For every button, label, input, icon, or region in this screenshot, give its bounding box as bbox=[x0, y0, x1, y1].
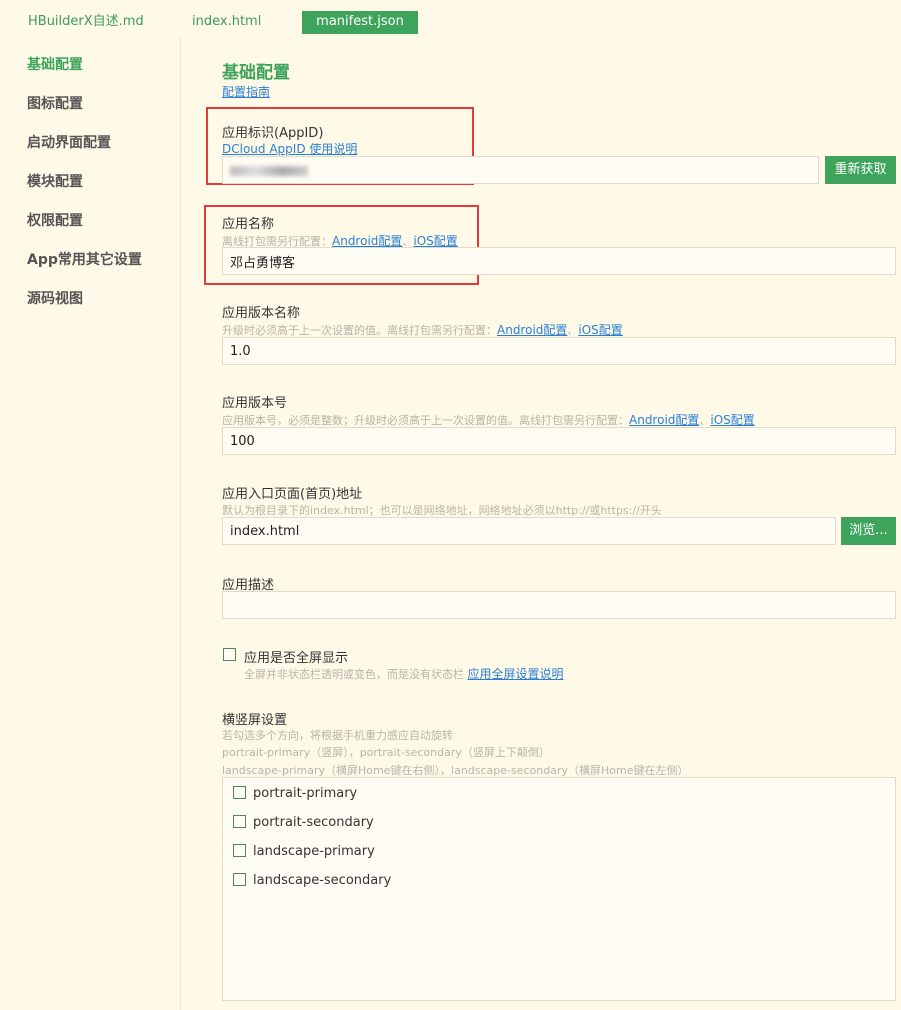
orientation-checkbox[interactable] bbox=[233, 815, 246, 828]
sidebar-item-app-other[interactable]: App常用其它设置 bbox=[27, 249, 142, 269]
page-title: 基础配置 bbox=[222, 63, 290, 83]
main-panel: 基础配置 配置指南 应用标识(AppID) DCloud AppID 使用说明 … bbox=[182, 36, 901, 1010]
orientation-options-box: portrait-primary portrait-secondary land… bbox=[222, 777, 896, 1001]
orientation-checkbox[interactable] bbox=[233, 786, 246, 799]
tab-index-html[interactable]: index.html bbox=[192, 11, 261, 33]
orientation-hint-2: portrait-primary（竖屏），portrait-secondary（… bbox=[222, 746, 550, 759]
tab-manifest-json[interactable]: manifest.json bbox=[302, 11, 418, 34]
orientation-option-portrait-secondary[interactable]: portrait-secondary bbox=[233, 815, 374, 830]
tab-bar: HBuilderX自述.md index.html manifest.json bbox=[0, 0, 901, 36]
version-name-ios-link[interactable]: iOS配置 bbox=[578, 323, 622, 337]
browse-button[interactable]: 浏览... bbox=[841, 517, 896, 545]
version-code-input[interactable] bbox=[222, 427, 896, 455]
appname-input[interactable] bbox=[222, 247, 896, 275]
sidebar-item-icon[interactable]: 图标配置 bbox=[27, 93, 83, 113]
orientation-checkbox[interactable] bbox=[233, 844, 246, 857]
orientation-option-portrait-primary[interactable]: portrait-primary bbox=[233, 786, 357, 801]
fullscreen-label: 应用是否全屏显示 bbox=[244, 651, 349, 666]
sidebar-item-source[interactable]: 源码视图 bbox=[27, 288, 83, 308]
tab-hbuilderx-readme[interactable]: HBuilderX自述.md bbox=[28, 11, 144, 33]
entry-label: 应用入口页面(首页)地址 bbox=[222, 487, 363, 502]
appid-blurred-value bbox=[230, 166, 308, 176]
refetch-appid-button[interactable]: 重新获取 bbox=[825, 156, 896, 184]
appid-label: 应用标识(AppID) bbox=[222, 126, 324, 141]
sidebar: 基础配置 图标配置 启动界面配置 模块配置 权限配置 App常用其它设置 源码视… bbox=[0, 36, 181, 1010]
sidebar-item-splash[interactable]: 启动界面配置 bbox=[27, 132, 111, 152]
entry-input[interactable] bbox=[222, 517, 836, 545]
orientation-label: 横竖屏设置 bbox=[222, 713, 288, 728]
appname-label: 应用名称 bbox=[222, 217, 275, 232]
description-input[interactable] bbox=[222, 591, 896, 619]
orientation-checkbox[interactable] bbox=[233, 873, 246, 886]
version-code-hint: 应用版本号，必须是整数；升级时必须高于上一次设置的值。离线打包需另行配置：And… bbox=[222, 413, 755, 427]
entry-hint: 默认为根目录下的index.html；也可以是网络地址，网络地址必须以http:… bbox=[222, 504, 662, 517]
orientation-option-landscape-secondary[interactable]: landscape-secondary bbox=[233, 873, 391, 888]
sidebar-item-permissions[interactable]: 权限配置 bbox=[27, 210, 83, 230]
appid-input[interactable] bbox=[222, 156, 819, 184]
appname-ios-link[interactable]: iOS配置 bbox=[413, 234, 457, 248]
config-guide-link[interactable]: 配置指南 bbox=[222, 83, 270, 100]
fullscreen-help-link[interactable]: 应用全屏设置说明 bbox=[468, 667, 564, 681]
fullscreen-hint: 全屏并非状态栏透明或变色，而是没有状态栏 应用全屏设置说明 bbox=[244, 667, 564, 681]
version-name-input[interactable] bbox=[222, 337, 896, 365]
fullscreen-checkbox[interactable] bbox=[223, 648, 236, 661]
sidebar-item-basic[interactable]: 基础配置 bbox=[27, 54, 83, 74]
version-code-android-link[interactable]: Android配置 bbox=[629, 413, 699, 427]
version-code-label: 应用版本号 bbox=[222, 396, 288, 411]
version-name-android-link[interactable]: Android配置 bbox=[497, 323, 567, 337]
version-name-label: 应用版本名称 bbox=[222, 306, 301, 321]
appname-android-link[interactable]: Android配置 bbox=[332, 234, 402, 248]
sidebar-item-modules[interactable]: 模块配置 bbox=[27, 171, 83, 191]
orientation-hint-1: 若勾选多个方向，将根据手机重力感应自动旋转 bbox=[222, 729, 453, 742]
orientation-hint-3: landscape-primary（横屏Home键在右侧），landscape-… bbox=[222, 764, 689, 777]
appid-help-link[interactable]: DCloud AppID 使用说明 bbox=[222, 140, 357, 157]
version-name-hint: 升级时必须高于上一次设置的值。离线打包需另行配置：Android配置、iOS配置 bbox=[222, 323, 623, 337]
orientation-option-landscape-primary[interactable]: landscape-primary bbox=[233, 844, 375, 859]
version-code-ios-link[interactable]: iOS配置 bbox=[710, 413, 754, 427]
